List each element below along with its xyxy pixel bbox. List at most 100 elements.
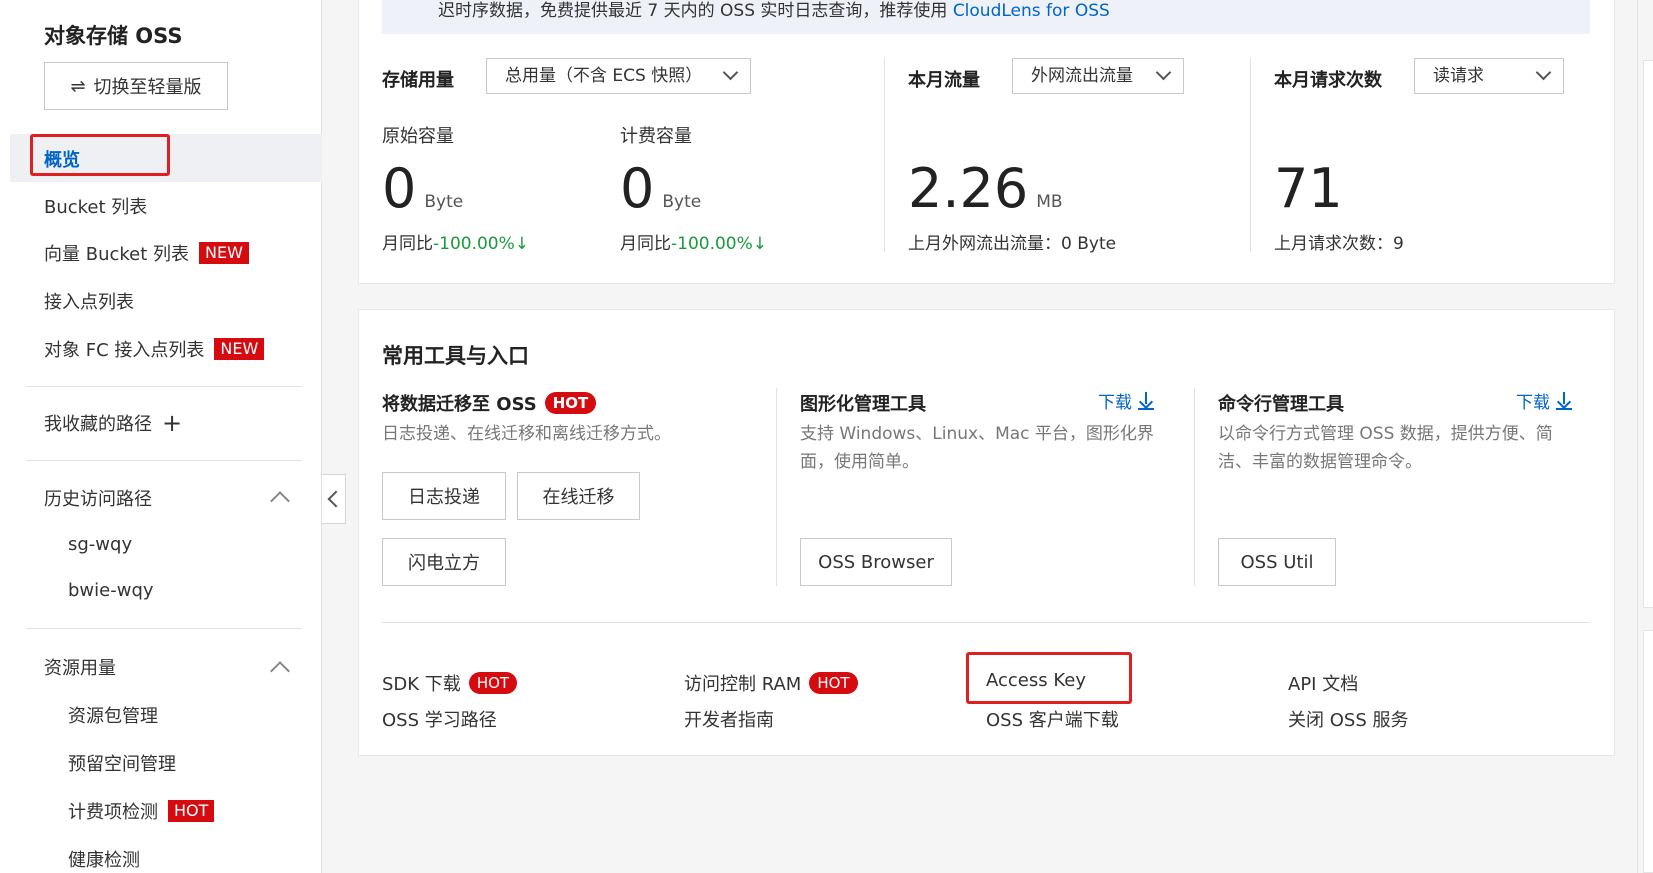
oss-util-button[interactable]: OSS Util <box>1218 538 1336 586</box>
lightning-cube-button[interactable]: 闪电立方 <box>382 538 506 586</box>
sidebar-item-health-check[interactable]: 健康检测 <box>68 846 140 872</box>
chevron-up-icon[interactable] <box>270 491 290 511</box>
billed-capacity-unit: Byte <box>662 192 702 212</box>
log-delivery-button[interactable]: 日志投递 <box>382 472 506 520</box>
compare-prefix: 月同比 <box>620 234 671 254</box>
stats-divider <box>884 58 885 252</box>
chevron-up-icon[interactable] <box>270 661 290 681</box>
learning-path-link[interactable]: OSS 学习路径 <box>382 706 497 732</box>
new-badge: NEW <box>199 242 249 264</box>
resources-label: 资源用量 <box>44 658 116 679</box>
sidebar: 对象存储 OSS ⇌ 切换至轻量版 概览 Bucket 列表 向量 Bucket… <box>0 0 322 873</box>
select-value: 总用量（不含 ECS 快照） <box>505 66 703 86</box>
requests-value: 71 <box>1274 157 1343 220</box>
traffic-select[interactable]: 外网流出流量 <box>1012 58 1184 94</box>
oss-browser-button[interactable]: OSS Browser <box>800 538 952 586</box>
billed-capacity-value: 0 Byte <box>620 162 701 216</box>
sidebar-item-vector-bucket-list[interactable]: 向量 Bucket 列表 NEW <box>44 240 249 266</box>
tools-section-title: 常用工具与入口 <box>382 344 529 368</box>
ram-link[interactable]: 访问控制 RAM HOT <box>684 670 858 696</box>
sidebar-item-favorites[interactable]: 我收藏的路径 + <box>44 410 182 436</box>
hot-badge: HOT <box>809 672 858 694</box>
add-favorite-icon[interactable]: + <box>162 411 182 435</box>
chevron-left-icon <box>327 490 344 508</box>
requests-select[interactable]: 读请求 <box>1414 58 1564 94</box>
cli-tool-title: 命令行管理工具 <box>1218 394 1344 415</box>
link-label: 访问控制 RAM <box>684 674 802 695</box>
sidebar-item-label: Bucket 列表 <box>44 197 148 218</box>
history-item-sg-wqy[interactable]: sg-wqy <box>68 534 132 555</box>
raw-capacity-number: 0 <box>382 157 417 220</box>
history-item-label: sg-wqy <box>68 534 133 555</box>
history-item-label: bwie-wqy <box>68 580 154 601</box>
sidebar-item-bucket-list[interactable]: Bucket 列表 <box>44 193 147 219</box>
cloudlens-link[interactable]: CloudLens for OSS <box>953 1 1110 21</box>
sdk-download-link[interactable]: SDK 下载 HOT <box>382 670 518 696</box>
link-label: 开发者指南 <box>684 710 774 731</box>
select-value: 外网流出流量 <box>1031 66 1133 86</box>
migrate-desc: 日志投递、在线迁移和离线迁移方式。 <box>382 424 671 444</box>
switch-icon: ⇌ <box>70 75 86 97</box>
gui-download-link[interactable]: 下载 <box>1098 388 1154 413</box>
history-label: 历史访问路径 <box>44 489 152 510</box>
migrate-title-text: 将数据迁移至 OSS <box>382 394 537 415</box>
switch-to-lite-button[interactable]: ⇌ 切换至轻量版 <box>44 62 228 110</box>
traffic-unit: MB <box>1036 192 1063 212</box>
sidebar-divider <box>26 386 302 387</box>
sidebar-item-label: 接入点列表 <box>44 292 134 313</box>
download-icon <box>1556 391 1572 410</box>
sidebar-item-fc-access-points[interactable]: 对象 FC 接入点列表 NEW <box>44 336 265 362</box>
traffic-number: 2.26 <box>908 157 1029 220</box>
highlight-box-access-key <box>966 652 1132 704</box>
traffic-label: 本月流量 <box>908 70 980 91</box>
right-edge-card <box>1643 60 1653 608</box>
history-item-bwie-wqy[interactable]: bwie-wqy <box>68 580 154 601</box>
gui-tool-desc: 支持 Windows、Linux、Mac 平台，图形化界面，使用简单。 <box>800 424 1154 472</box>
switch-button-label: 切换至轻量版 <box>93 77 202 98</box>
link-label: SDK 下载 <box>382 674 461 695</box>
sidebar-item-label: 计费项检测 <box>68 802 158 823</box>
select-value: 读请求 <box>1433 66 1484 86</box>
highlight-box-overview <box>30 134 170 176</box>
sidebar-divider <box>26 460 302 461</box>
developer-guide-link[interactable]: 开发者指南 <box>684 706 774 732</box>
online-migration-button[interactable]: 在线迁移 <box>517 472 640 520</box>
download-icon <box>1138 391 1154 410</box>
sidebar-title: 对象存储 OSS <box>44 24 183 48</box>
compare-prefix: 月同比 <box>382 234 433 254</box>
compare-value: -100.00% <box>671 234 753 254</box>
sidebar-group-resources[interactable]: 资源用量 <box>44 654 116 680</box>
sidebar-item-label: 资源包管理 <box>68 706 158 727</box>
sidebar-group-history[interactable]: 历史访问路径 <box>44 485 152 511</box>
close-oss-link[interactable]: 关闭 OSS 服务 <box>1288 706 1408 732</box>
sidebar-item-label: 健康检测 <box>68 850 140 871</box>
sidebar-item-resource-packages[interactable]: 资源包管理 <box>68 702 158 728</box>
traffic-value: 2.26 MB <box>908 162 1063 216</box>
storage-usage-select[interactable]: 总用量（不含 ECS 快照） <box>486 58 751 94</box>
right-edge-card <box>1643 630 1653 873</box>
sidebar-item-label: 预留空间管理 <box>68 754 176 775</box>
api-docs-link[interactable]: API 文档 <box>1288 670 1358 696</box>
banner-text: 迟时序数据，免费提供最近 7 天内的 OSS 实时日志查询，推荐使用 <box>438 1 948 21</box>
raw-capacity-compare: 月同比-100.00%↓ <box>382 229 529 254</box>
sidebar-divider <box>26 628 302 629</box>
billed-capacity-compare: 月同比-100.00%↓ <box>620 229 767 254</box>
tools-divider <box>1194 388 1195 586</box>
cli-download-link[interactable]: 下载 <box>1516 388 1572 413</box>
arrow-down-icon: ↓ <box>514 234 530 254</box>
sidebar-item-label: 对象 FC 接入点列表 <box>44 340 205 361</box>
migrate-title: 将数据迁移至 OSS HOT <box>382 390 597 416</box>
sidebar-item-access-points[interactable]: 接入点列表 <box>44 288 134 314</box>
hot-badge: HOT <box>468 672 518 694</box>
chevron-down-icon <box>722 64 739 81</box>
collapse-sidebar-button[interactable] <box>322 474 346 524</box>
info-banner: 迟时序数据，免费提供最近 7 天内的 OSS 实时日志查询，推荐使用 Cloud… <box>382 0 1590 34</box>
favorites-label: 我收藏的路径 <box>44 414 152 435</box>
sidebar-item-reserved-space[interactable]: 预留空间管理 <box>68 750 176 776</box>
compare-value: -100.00% <box>433 234 515 254</box>
chevron-down-icon <box>1535 64 1552 81</box>
sidebar-item-billing-check[interactable]: 计费项检测 HOT <box>68 798 215 824</box>
hot-badge: HOT <box>544 392 597 414</box>
client-download-link[interactable]: OSS 客户端下载 <box>986 706 1119 732</box>
gui-tool-title: 图形化管理工具 <box>800 394 926 415</box>
